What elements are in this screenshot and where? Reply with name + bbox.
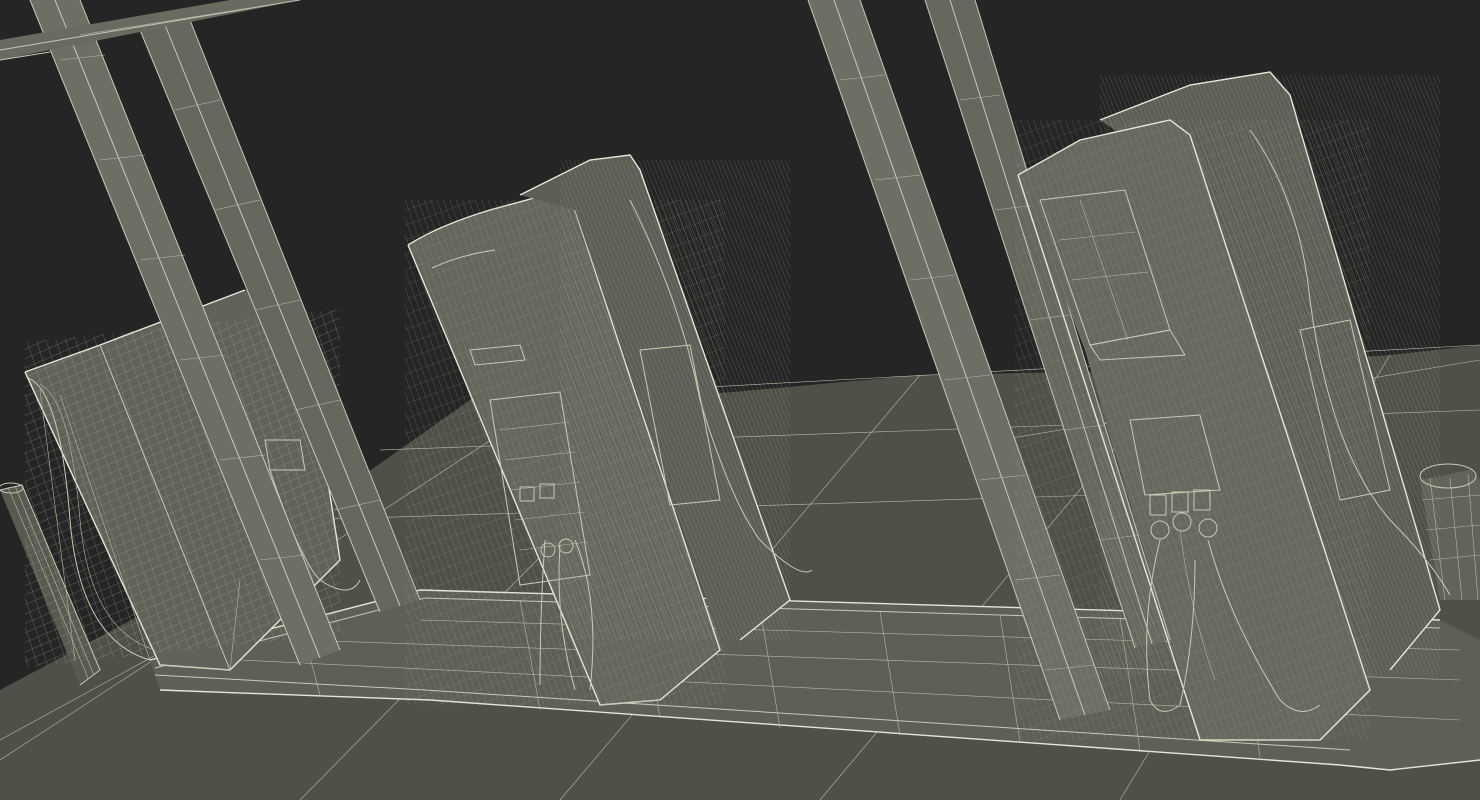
wireframe-render (0, 0, 1480, 800)
middle-fuel-dispenser-back (519, 154, 813, 641)
wireframe-viewport (0, 0, 1480, 800)
right-fuel-dispenser-front (1015, 119, 1371, 741)
